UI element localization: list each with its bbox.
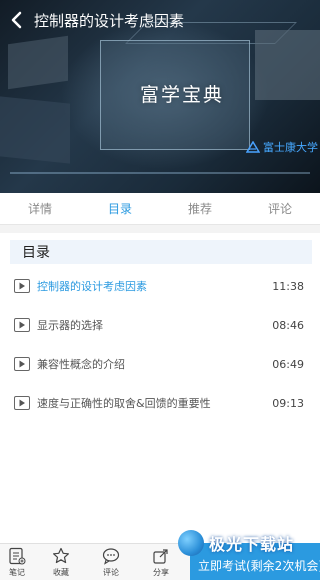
lesson-title: 控制器的设计考虑因素 [37,280,147,293]
watermark-text: 极光下载站 [209,535,295,554]
lesson-item[interactable]: 控制器的设计考虑因素 11:38 [10,276,312,296]
lesson-duration: 11:38 [272,279,304,293]
course-player-page: 富学宝典 富士康大学 控制器的设计考虑因素 详情 目录 推荐 评论 目录 控制器… [0,0,320,580]
lesson-title: 兼容性概念的介绍 [37,358,125,371]
play-icon [14,396,30,410]
lesson-duration: 09:13 [272,396,304,410]
watermark-logo-icon [178,530,204,556]
note-icon [7,546,27,566]
play-icon [14,318,30,332]
note-button[interactable]: 笔记 [0,546,34,580]
play-icon [14,279,30,293]
play-icon [14,357,30,371]
tab-bar: 详情 目录 推荐 评论 [0,193,320,225]
tab-catalog[interactable]: 目录 [80,193,160,224]
catalog-heading: 目录 [10,240,312,264]
tab-recommend[interactable]: 推荐 [160,193,240,224]
comment-icon [101,546,121,566]
lesson-duration: 06:49 [272,357,304,371]
lesson-item[interactable]: 速度与正确性的取舍&回馈的重要性 09:13 [10,393,312,413]
comment-button[interactable]: 评论 [94,546,128,580]
video-logo: 富士康大学 [245,139,318,155]
lesson-duration: 08:46 [272,318,304,332]
share-button[interactable]: 分享 [144,546,178,580]
video-panel-left-lower [0,96,70,164]
star-icon [51,546,71,566]
note-label: 笔记 [9,568,25,577]
section-divider [0,225,320,233]
page-title: 控制器的设计考虑因素 [34,11,185,30]
watermark: 极光下载站 [178,528,320,558]
back-button[interactable] [0,0,32,40]
catalog-section: 目录 [10,240,312,264]
video-light-streak [10,172,310,174]
favorite-label: 收藏 [53,568,69,577]
tab-details[interactable]: 详情 [0,193,80,224]
lesson-item[interactable]: 兼容性概念的介绍 06:49 [10,354,312,374]
video-panel-left [8,35,68,90]
tab-comments[interactable]: 评论 [240,193,320,224]
share-icon [151,546,171,566]
video-brand-text: 富学宝典 [140,84,225,106]
logo-mark-icon [245,140,261,153]
video-panel-right [255,30,320,100]
comment-label: 评论 [103,568,119,577]
back-arrow-icon [11,11,22,29]
video-logo-text: 富士康大学 [263,141,318,154]
share-label: 分享 [153,568,169,577]
favorite-button[interactable]: 收藏 [44,546,78,580]
lesson-title: 速度与正确性的取舍&回馈的重要性 [37,397,211,410]
lesson-title: 显示器的选择 [37,319,103,332]
lesson-item[interactable]: 显示器的选择 08:46 [10,315,312,335]
top-bar: 控制器的设计考虑因素 [0,0,320,40]
